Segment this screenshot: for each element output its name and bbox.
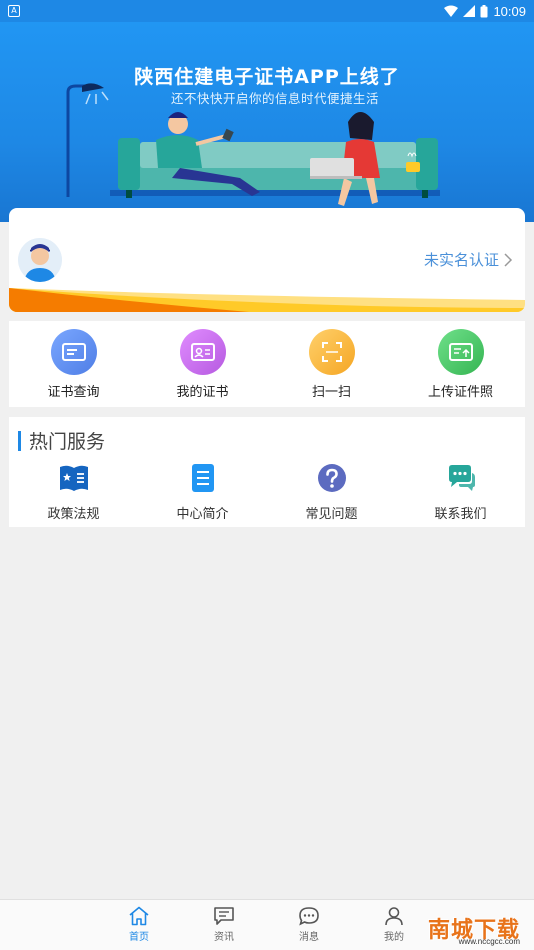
nav-profile-label: 我的 <box>384 932 404 943</box>
book-icon <box>57 461 91 495</box>
upload-icon <box>437 329 484 375</box>
avatar[interactable] <box>18 238 62 282</box>
faq-label: 常见问题 <box>305 507 358 522</box>
nav-home[interactable]: 首页 <box>109 906 169 943</box>
promo-banner[interactable]: 陕西住建电子证书APP上线了 还不快快开启你的信息时代便捷生活 <box>0 22 534 222</box>
contact-us-button[interactable]: 联系我们 <box>396 461 525 522</box>
certificate-search-label: 证书查询 <box>47 385 100 400</box>
nav-news-label: 资讯 <box>214 932 234 943</box>
hot-services-header: 热门服务 <box>18 427 105 454</box>
battery-icon <box>480 4 488 17</box>
scan-icon <box>308 329 355 375</box>
section-accent-bar <box>18 430 21 451</box>
policy-regulations-button[interactable]: 政策法规 <box>9 461 138 522</box>
wifi-icon <box>444 5 459 17</box>
chat-icon <box>444 461 478 495</box>
user-icon <box>385 907 403 926</box>
hot-services-title: 热门服务 <box>29 431 106 453</box>
nav-messages[interactable]: 消息 <box>279 906 339 943</box>
certificate-search-button[interactable]: 证书查询 <box>9 321 138 407</box>
upload-photo-button[interactable]: 上传证件照 <box>396 321 525 407</box>
nav-home-label: 首页 <box>129 932 149 943</box>
profile-card: 未实名认证 <box>9 208 525 312</box>
nav-news[interactable]: 资讯 <box>194 906 254 943</box>
contact-us-label: 联系我们 <box>434 507 487 522</box>
quick-actions: 证书查询 我的证书 扫一扫 上传证件照 <box>9 321 525 407</box>
site-watermark: 南城下载 www.nccgcc.com <box>410 912 528 948</box>
certificate-search-icon <box>50 329 97 375</box>
policy-regulations-label: 政策法规 <box>47 507 100 522</box>
user-avatar-icon <box>18 238 62 282</box>
question-icon <box>315 461 349 495</box>
app-notification-icon: A <box>8 5 20 17</box>
my-certificate-button[interactable]: 我的证书 <box>138 321 267 407</box>
verify-status-label: 未实名认证 <box>423 251 499 269</box>
my-certificate-label: 我的证书 <box>176 385 229 400</box>
center-intro-button[interactable]: 中心简介 <box>138 461 267 522</box>
id-card-icon <box>179 329 226 375</box>
status-bar: A 10:09 <box>0 0 534 22</box>
document-icon <box>186 461 220 495</box>
signal-icon <box>463 5 476 17</box>
scan-label: 扫一扫 <box>311 385 351 400</box>
chevron-right-icon <box>504 252 513 267</box>
hot-services-section: 热门服务 政策法规 中心简介 常见问题 联系我们 <box>9 417 525 527</box>
hot-services-row: 政策法规 中心简介 常见问题 联系我们 <box>9 461 525 522</box>
nav-messages-label: 消息 <box>299 932 319 943</box>
watermark-url: www.nccgcc.com <box>458 937 520 946</box>
home-icon <box>129 906 149 926</box>
news-icon <box>214 907 234 925</box>
real-name-verify-link[interactable]: 未实名认证 <box>424 249 515 270</box>
clock-time: 10:09 <box>493 3 526 19</box>
message-icon <box>299 907 319 926</box>
scan-button[interactable]: 扫一扫 <box>267 321 396 407</box>
upload-photo-label: 上传证件照 <box>427 385 493 400</box>
faq-button[interactable]: 常见问题 <box>267 461 396 522</box>
center-intro-label: 中心简介 <box>176 507 229 522</box>
decorative-wave <box>9 288 525 312</box>
banner-illustration <box>66 83 440 206</box>
system-icons: 10:09 <box>444 3 526 19</box>
